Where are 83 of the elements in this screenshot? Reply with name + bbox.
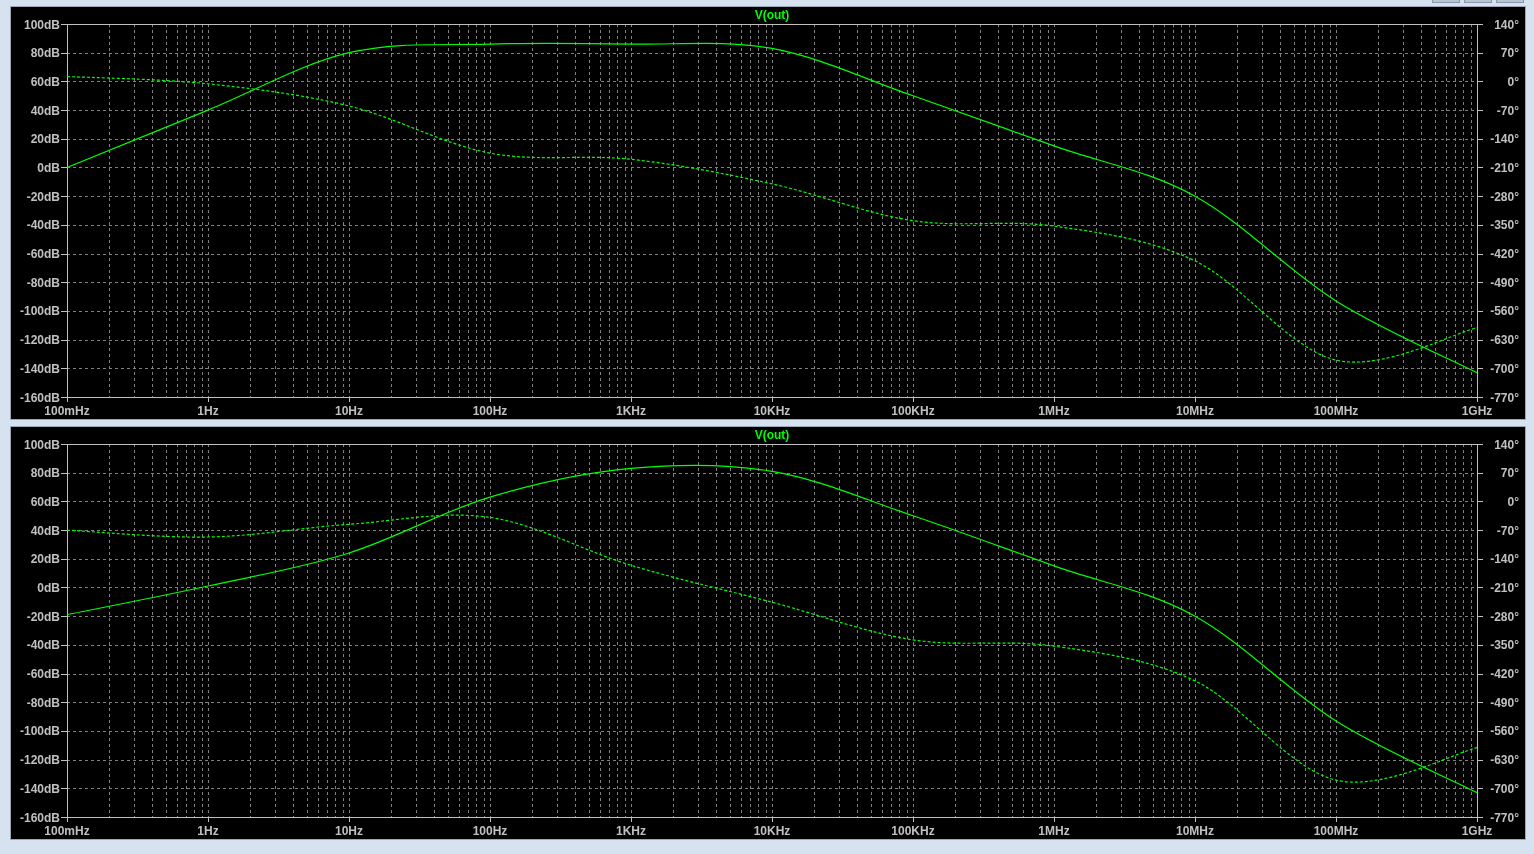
- y-axis-label: -700°: [1490, 781, 1519, 796]
- y-axis-label: 70°: [1500, 46, 1519, 61]
- y-axis-label: 80dB: [30, 46, 60, 61]
- y-axis-label: 80dB: [30, 466, 60, 481]
- y-axis-label: -140dB: [20, 361, 60, 376]
- y-axis-label: -280°: [1490, 189, 1519, 204]
- y-axis-label: -490°: [1490, 695, 1519, 710]
- y-axis-label: -120dB: [20, 333, 60, 348]
- x-axis-label: 100mHz: [44, 824, 90, 838]
- x-axis-label: 10KHz: [753, 404, 791, 418]
- y-axis-label: 20dB: [30, 552, 60, 567]
- y-axis-label: -60dB: [26, 247, 60, 262]
- y-axis-label: 0dB: [37, 160, 60, 175]
- x-axis-label: 10MHz: [1176, 404, 1214, 418]
- y-axis-label: -350°: [1490, 638, 1519, 653]
- y-axis-label: -420°: [1490, 667, 1519, 682]
- x-axis-label: 100mHz: [44, 404, 90, 418]
- y-axis-label: -160dB: [20, 390, 60, 405]
- y-axis-label: -630°: [1490, 753, 1519, 768]
- y-axis-label: -140dB: [20, 781, 60, 796]
- x-axis-label: 1Hz: [197, 824, 219, 838]
- y-axis-label: -80dB: [26, 275, 60, 290]
- x-axis-label: 100MHz: [1313, 404, 1359, 418]
- y-axis-label: -140°: [1490, 132, 1519, 147]
- x-axis-label: 1KHz: [616, 824, 646, 838]
- x-axis-label: 1KHz: [616, 404, 646, 418]
- y-axis-label: 40dB: [30, 103, 60, 118]
- y-axis-label: 100dB: [23, 17, 60, 32]
- y-axis-label: -20dB: [26, 189, 60, 204]
- y-axis-label: -20dB: [26, 609, 60, 624]
- x-axis-label: 1MHz: [1038, 404, 1070, 418]
- y-axis-label: -490°: [1490, 275, 1519, 290]
- y-axis-label: 40dB: [30, 523, 60, 538]
- y-axis-label: 0°: [1507, 74, 1519, 89]
- y-axis-label: -60dB: [26, 667, 60, 682]
- y-axis-label: -160dB: [20, 810, 60, 825]
- y-axis-label: -560°: [1490, 304, 1519, 319]
- window-button[interactable]: [1496, 0, 1524, 3]
- x-axis-label: 100Hz: [472, 824, 508, 838]
- x-axis-label: 1Hz: [197, 404, 219, 418]
- y-axis-label: -770°: [1490, 810, 1519, 825]
- y-axis-label: -40dB: [26, 638, 60, 653]
- x-axis-label: 100KHz: [891, 404, 935, 418]
- y-axis-label: -350°: [1490, 218, 1519, 233]
- y-axis-label: -120dB: [20, 753, 60, 768]
- window-button[interactable]: [1432, 0, 1460, 3]
- y-axis-label: -210°: [1490, 160, 1519, 175]
- x-axis-label: 10Hz: [335, 404, 363, 418]
- trace-name[interactable]: V(out): [754, 428, 790, 442]
- y-axis-label: -100dB: [20, 304, 60, 319]
- y-axis-label: 0dB: [37, 580, 60, 595]
- y-axis-label: -630°: [1490, 333, 1519, 348]
- y-axis-label: 60dB: [30, 494, 60, 509]
- x-axis-label: 100KHz: [891, 824, 935, 838]
- x-axis-label: 1MHz: [1038, 824, 1070, 838]
- y-axis-label: 100dB: [23, 437, 60, 452]
- y-axis-label: 140°: [1494, 17, 1519, 32]
- y-axis-label: -100dB: [20, 724, 60, 739]
- x-axis-label: 10MHz: [1176, 824, 1214, 838]
- x-axis-label: 10KHz: [753, 824, 791, 838]
- y-axis-label: -80dB: [26, 695, 60, 710]
- y-axis-label: 70°: [1500, 466, 1519, 481]
- y-axis-label: 20dB: [30, 132, 60, 147]
- y-axis-label: 0°: [1507, 494, 1519, 509]
- x-axis-label: 10Hz: [335, 824, 363, 838]
- x-axis-label: 1GHz: [1461, 824, 1493, 838]
- x-axis-label: 1GHz: [1461, 404, 1493, 418]
- y-axis-label: -280°: [1490, 609, 1519, 624]
- x-axis-label: 100Hz: [472, 404, 508, 418]
- y-axis-label: -700°: [1490, 361, 1519, 376]
- y-axis-label: -40dB: [26, 218, 60, 233]
- x-axis-label: 100MHz: [1313, 824, 1359, 838]
- y-axis-label: -210°: [1490, 580, 1519, 595]
- trace-name[interactable]: V(out): [754, 8, 790, 22]
- window-button[interactable]: [1464, 0, 1492, 3]
- y-axis-label: -560°: [1490, 724, 1519, 739]
- y-axis-label: -770°: [1490, 390, 1519, 405]
- y-axis-label: -140°: [1490, 552, 1519, 567]
- y-axis-label: -70°: [1496, 103, 1519, 118]
- y-axis-label: 140°: [1494, 437, 1519, 452]
- y-axis-label: 60dB: [30, 74, 60, 89]
- y-axis-label: -70°: [1496, 523, 1519, 538]
- y-axis-label: -420°: [1490, 247, 1519, 262]
